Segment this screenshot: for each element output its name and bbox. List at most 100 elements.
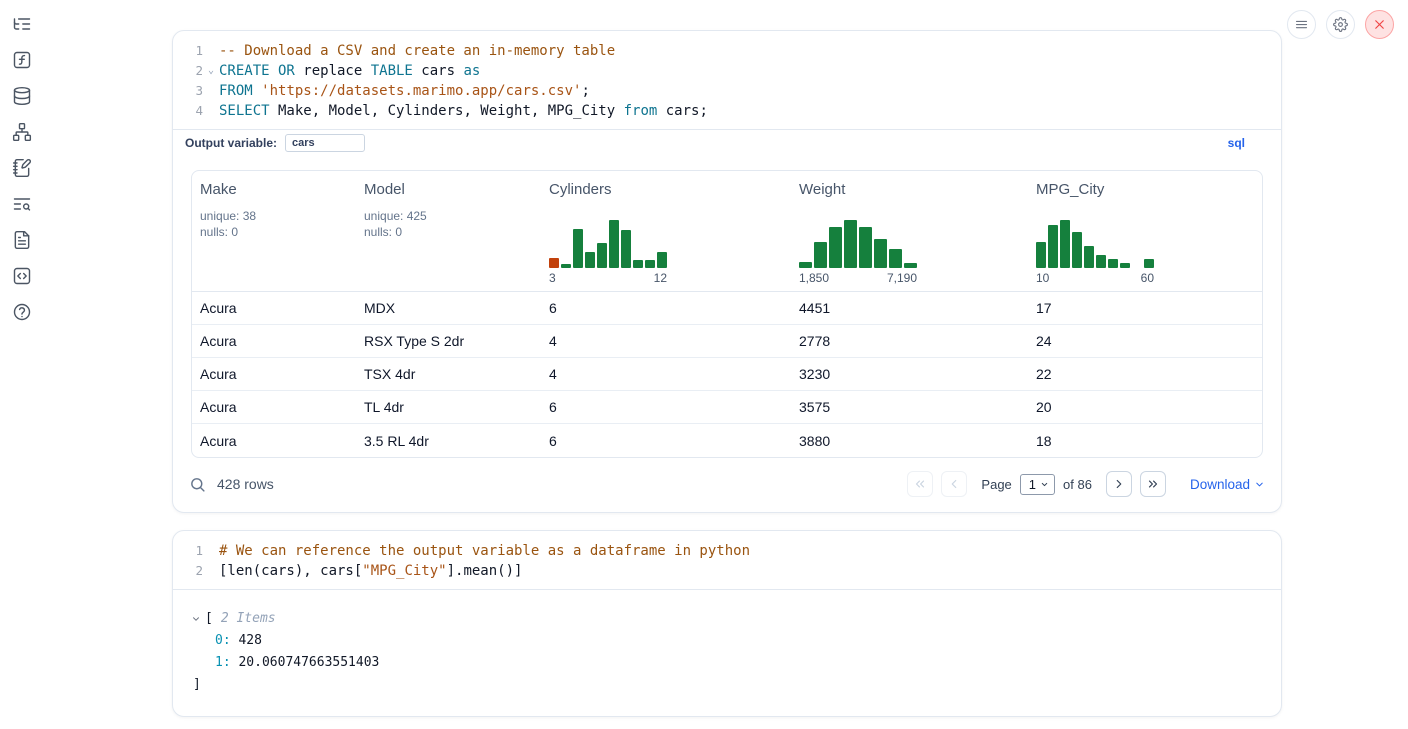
dependency-graph-icon[interactable] (12, 122, 32, 142)
tree-entry: 1: 20.060747663551403 (191, 652, 1263, 674)
histogram-bar (561, 264, 571, 268)
histogram-bar (609, 220, 619, 268)
table-row[interactable]: AcuraRSX Type S 2dr4277824 (192, 325, 1262, 358)
documentation-icon[interactable] (12, 230, 32, 250)
histogram-bar (657, 252, 667, 268)
first-page-button[interactable] (907, 471, 933, 497)
logs-search-icon[interactable] (12, 194, 32, 214)
table-cell: 3575 (791, 399, 1028, 415)
histogram-mpg_city[interactable]: 1060 (1036, 218, 1154, 285)
histogram-cylinders[interactable]: 312 (549, 218, 667, 285)
token-plain: replace (295, 63, 371, 79)
table-cell: 17 (1028, 300, 1262, 316)
table-cell: 3880 (791, 433, 1028, 449)
gear-icon (1333, 17, 1348, 32)
table-cell: 4 (541, 366, 791, 382)
last-page-button[interactable] (1140, 471, 1166, 497)
output-variable-label: Output variable: (185, 136, 277, 150)
table-row[interactable]: AcuraTL 4dr6357520 (192, 391, 1262, 424)
column-stats: unique: 425nulls: 0 (364, 208, 533, 240)
download-button[interactable]: Download (1190, 477, 1265, 492)
table-cell: TSX 4dr (356, 366, 541, 382)
code-line: 3FROM 'https://datasets.marimo.app/cars.… (181, 81, 1281, 101)
table-row[interactable]: Acura3.5 RL 4dr6388018 (192, 424, 1262, 457)
fold-gutter (203, 101, 219, 121)
scratchpad-icon[interactable] (12, 158, 32, 178)
tree-entry-key: 1: (215, 655, 231, 670)
output-variable-input[interactable] (285, 134, 365, 152)
fold-gutter (203, 541, 219, 561)
histogram-bar (1036, 242, 1046, 268)
histogram-bar (585, 252, 595, 268)
table-cell: 3230 (791, 366, 1028, 382)
histogram-bar (1060, 220, 1070, 268)
sql-code-editor[interactable]: 1-- Download a CSV and create an in-memo… (173, 31, 1281, 129)
snippets-icon[interactable] (12, 266, 32, 286)
code-text: # We can reference the output variable a… (219, 541, 750, 561)
file-tree-icon[interactable] (12, 14, 32, 34)
help-icon[interactable] (12, 302, 32, 322)
code-line: 4SELECT Make, Model, Cylinders, Weight, … (181, 101, 1281, 121)
token-plain: ; (581, 83, 589, 99)
search-icon[interactable] (189, 476, 206, 493)
chevron-down-icon (1254, 479, 1265, 490)
close-icon (1372, 17, 1387, 32)
table-row[interactable]: AcuraMDX6445117 (192, 292, 1262, 325)
fold-chevron-icon[interactable]: ⌄ (203, 61, 219, 81)
line-number: 3 (181, 81, 203, 101)
page-select[interactable]: 1 (1020, 474, 1055, 495)
function-icon[interactable] (12, 50, 32, 70)
token-plain: cars; (657, 103, 708, 119)
table-row[interactable]: AcuraTSX 4dr4323022 (192, 358, 1262, 391)
shutdown-button[interactable] (1365, 10, 1394, 39)
histogram-bar (1084, 246, 1094, 268)
pagination: Page 1 of 86 Download (907, 471, 1265, 497)
table-cell: Acura (192, 366, 356, 382)
column-label: Model (364, 181, 533, 198)
histogram-bar (904, 263, 917, 268)
table-cell: 18 (1028, 433, 1262, 449)
histogram-bar (1048, 225, 1058, 268)
stat-line: unique: 38 (200, 208, 348, 224)
table-cell: Acura (192, 300, 356, 316)
histogram-axis-labels: 1,8507,190 (799, 271, 917, 285)
line-number: 2 (181, 61, 203, 81)
page-select-value: 1 (1029, 477, 1036, 492)
data-table: Makeunique: 38nulls: 0 Model unique: 425nu… (191, 170, 1263, 458)
language-badge[interactable]: sql (1228, 136, 1245, 150)
table-body: AcuraMDX6445117AcuraRSX Type S 2dr427782… (192, 292, 1262, 457)
sql-cell: 1-- Download a CSV and create an in-memo… (172, 30, 1282, 513)
python-code-editor[interactable]: 1# We can reference the output variable … (173, 531, 1281, 589)
table-cell: 6 (541, 300, 791, 316)
histogram-bar (799, 262, 812, 268)
histogram-weight[interactable]: 1,8507,190 (799, 218, 917, 285)
token-keyword: SELECT (219, 103, 270, 119)
code-text: CREATE OR replace TABLE cars as (219, 61, 480, 81)
table-cell: 22 (1028, 366, 1262, 382)
axis-min-label: 10 (1036, 271, 1049, 285)
menu-button[interactable] (1287, 10, 1316, 39)
settings-button[interactable] (1326, 10, 1355, 39)
column-header-cylinders[interactable]: Cylinders312 (541, 171, 791, 291)
close-bracket: ] (191, 674, 1263, 696)
collapse-chevron-icon[interactable] (191, 614, 205, 624)
column-header-make[interactable]: Makeunique: 38nulls: 0 (192, 171, 356, 291)
fold-gutter (203, 41, 219, 61)
table-cell: TL 4dr (356, 399, 541, 415)
histogram-axis-labels: 312 (549, 271, 667, 285)
stat-line: nulls: 0 (200, 224, 348, 240)
stat-line: nulls: 0 (364, 224, 533, 240)
column-header-weight[interactable]: Weight1,8507,190 (791, 171, 1028, 291)
histogram-bars (1036, 218, 1154, 268)
code-line: 1# We can reference the output variable … (181, 541, 1281, 561)
histogram-bar (814, 242, 827, 268)
column-header-model[interactable]: Model unique: 425nulls: 0 (356, 171, 541, 291)
histogram-bar (1144, 259, 1154, 268)
column-header-mpg_city[interactable]: MPG_City1060 (1028, 171, 1262, 291)
code-line: 2⌄CREATE OR replace TABLE cars as (181, 61, 1281, 81)
next-page-button[interactable] (1106, 471, 1132, 497)
histogram-bar (1120, 263, 1130, 268)
page-label: Page (981, 477, 1011, 492)
database-icon[interactable] (12, 86, 32, 106)
previous-page-button[interactable] (941, 471, 967, 497)
